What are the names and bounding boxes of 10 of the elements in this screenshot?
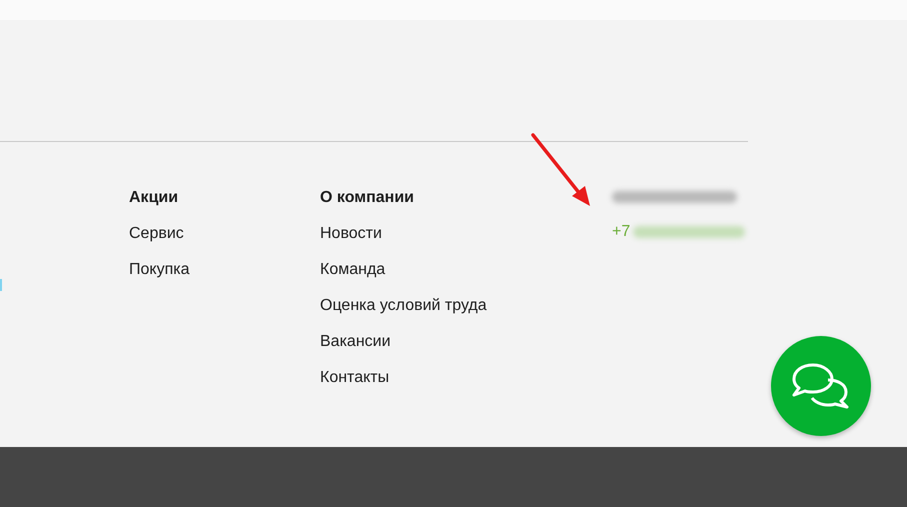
footer-link[interactable]: Команда <box>320 259 612 280</box>
footer-link[interactable]: Покупка <box>129 259 320 280</box>
footer-link[interactable]: Сервис <box>129 223 320 244</box>
footer-link[interactable]: Оценка условий труда <box>320 295 612 316</box>
column-heading[interactable]: О компании <box>320 187 612 208</box>
footer-link[interactable]: Новости <box>320 223 612 244</box>
footer-link[interactable]: Вакансии <box>320 331 612 352</box>
column-heading[interactable]: Акции <box>129 187 320 208</box>
footer-link[interactable]: Контакты <box>320 367 612 388</box>
accent-mark <box>0 279 2 291</box>
